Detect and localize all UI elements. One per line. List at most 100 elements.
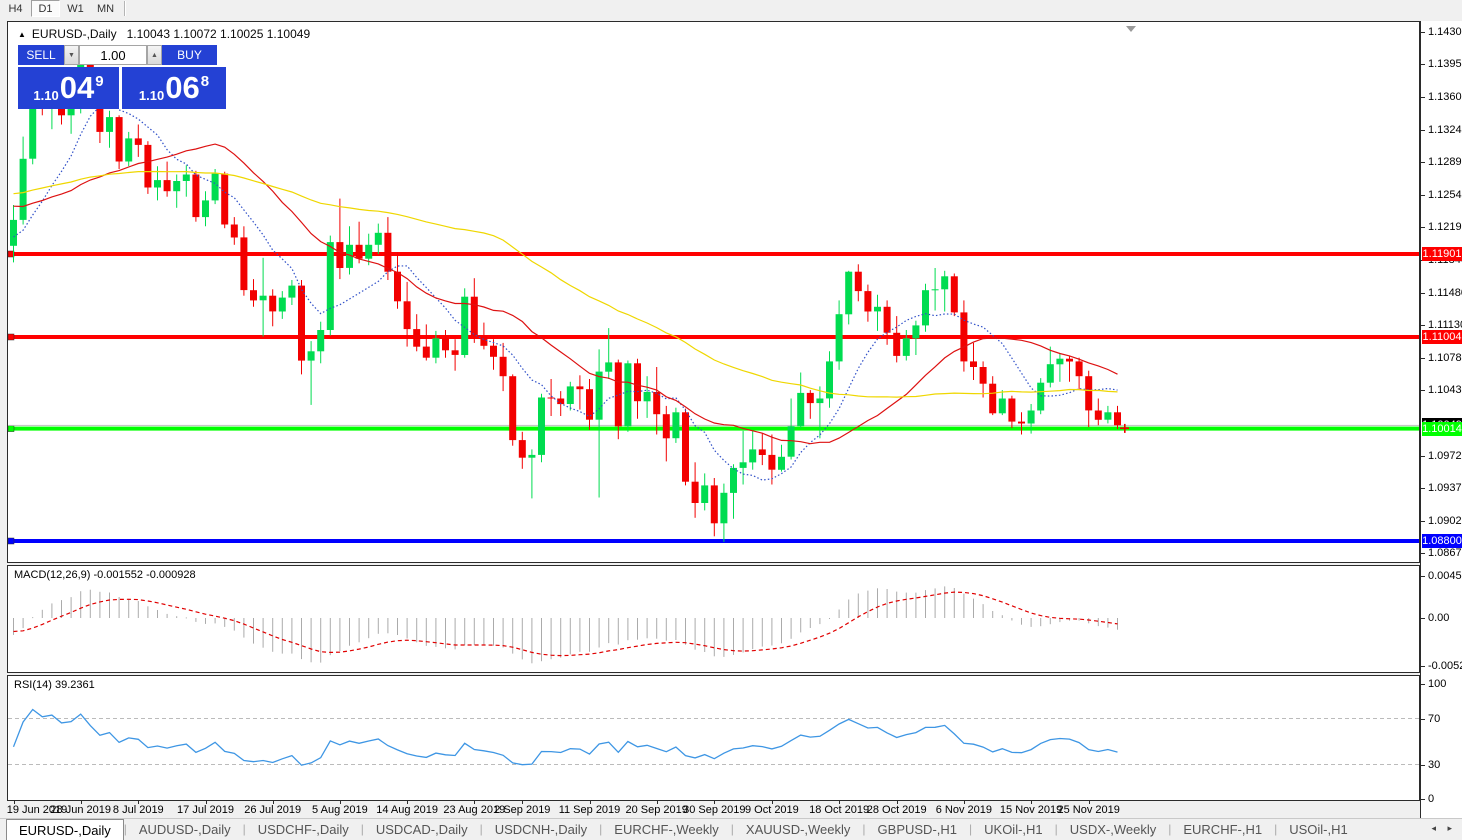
candle-body [154, 180, 161, 187]
tab-audusd-daily[interactable]: AUDUSD-,Daily [127, 819, 243, 839]
macd-histogram-bar [896, 592, 897, 618]
tab-usdchf-daily[interactable]: USDCHF-,Daily [246, 819, 361, 839]
tab-usoil-h1[interactable]: USOil-,H1 [1277, 819, 1360, 839]
macd-canvas[interactable] [8, 566, 1419, 672]
candle-body [932, 289, 939, 290]
axis-tick-mark [1421, 719, 1425, 720]
volume-increase-button[interactable]: ▲ [147, 45, 162, 65]
candle-body [528, 455, 535, 458]
candle-body [759, 449, 766, 455]
candle-body [692, 482, 699, 503]
macd-histogram-bar [570, 618, 571, 654]
symbol-period-label: EURUSD-,Daily [32, 27, 117, 41]
volume-input[interactable]: 1.00 [79, 45, 147, 65]
timeframe-button-d1[interactable]: D1 [31, 0, 60, 17]
tab-eurchf-h1[interactable]: EURCHF-,H1 [1171, 819, 1274, 839]
buy-button[interactable]: BUY [162, 45, 217, 65]
axis-tick-mark [1421, 456, 1425, 457]
macd-panel: MACD(12,26,9) -0.001552 -0.000928 [7, 565, 1420, 673]
chart-shift-marker-icon[interactable] [1126, 26, 1136, 32]
date-axis[interactable]: 19 Jun 201928 Jun 20198 Jul 201917 Jul 2… [7, 801, 1420, 818]
buy-price-point: 8 [201, 69, 209, 90]
tab-eurchf-weekly[interactable]: EURCHF-,Weekly [602, 819, 731, 839]
sell-price-display[interactable]: 1.10 04 9 [18, 67, 119, 109]
tab-scroll-left-icon[interactable]: ◂ [1431, 823, 1436, 834]
tab-xauusd-weekly[interactable]: XAUUSD-,Weekly [734, 819, 863, 839]
candle-body [183, 175, 190, 182]
candle-body [1028, 411, 1035, 424]
timeframe-button-mn[interactable]: MN [91, 0, 120, 17]
tab-usdcad-daily[interactable]: USDCAD-,Daily [364, 819, 480, 839]
macd-histogram-bar [387, 618, 388, 633]
candle-body [874, 307, 881, 312]
date-label: 30 Sep 2019 [683, 804, 745, 816]
axis-tick-mark [1421, 227, 1425, 228]
candle-body [221, 174, 228, 225]
tab-eurusd-daily[interactable]: EURUSD-,Daily [6, 819, 124, 840]
candle-body [596, 372, 603, 420]
line-price-label: 1.11004 [1422, 330, 1462, 344]
macd-histogram-bar [1011, 618, 1012, 621]
tab-usdcnh-daily[interactable]: USDCNH-,Daily [483, 819, 599, 839]
line-anchor-icon[interactable] [8, 538, 14, 544]
macd-histogram-bar [551, 618, 552, 659]
macd-histogram-bar [608, 618, 609, 643]
buy-price-display[interactable]: 1.10 06 8 [122, 67, 226, 109]
macd-histogram-bar [829, 618, 830, 619]
axis-tick-mark [1421, 162, 1425, 163]
date-label: 14 Aug 2019 [376, 804, 438, 816]
line-price-label: 1.08800 [1422, 534, 1462, 548]
macd-histogram-bar [368, 618, 369, 638]
candle-body [432, 338, 439, 357]
macd-histogram-bar [848, 600, 849, 619]
macd-histogram-bar [445, 618, 446, 648]
candle-body [173, 181, 180, 191]
candle-body [250, 290, 257, 300]
price-tick-label: 1.12890 [1428, 156, 1462, 168]
macd-histogram-bar [983, 604, 984, 618]
line-anchor-icon[interactable] [8, 334, 14, 340]
tab-ukoil-h1[interactable]: UKOil-,H1 [972, 819, 1055, 839]
line-anchor-icon[interactable] [8, 426, 14, 432]
candle-body [720, 493, 727, 524]
macd-histogram-bar [685, 618, 686, 645]
macd-histogram-bar [771, 618, 772, 646]
candle-body [711, 485, 718, 523]
chart-window: ▲ EURUSD-,Daily 1.10043 1.10072 1.10025 … [0, 17, 1462, 818]
candle-body [864, 291, 871, 311]
tab-gbpusd-h1[interactable]: GBPUSD-,H1 [866, 819, 969, 839]
macd-histogram-bar [272, 618, 273, 652]
sell-button[interactable]: SELL [18, 45, 64, 65]
candle-body [490, 346, 497, 357]
tab-usdx-weekly[interactable]: USDX-,Weekly [1058, 819, 1168, 839]
candle-body [816, 399, 823, 404]
timeframe-button-h4[interactable]: H4 [1, 0, 30, 17]
macd-histogram-bar [714, 618, 715, 656]
axis-tick-mark [1421, 799, 1425, 800]
candle-body [365, 245, 372, 259]
one-click-trading-panel: SELL ▼ 1.00 ▲ BUY 1.10 04 9 1.10 06 8 [18, 45, 226, 109]
date-label: 6 Nov 2019 [936, 804, 992, 816]
axis-tick-mark [1421, 195, 1425, 196]
macd-histogram-bar [935, 588, 936, 618]
tab-scroll-right-icon[interactable]: ▸ [1447, 823, 1452, 834]
horizontal-line-1.11901[interactable] [8, 252, 1419, 256]
macd-histogram-bar [167, 614, 168, 618]
rsi-canvas[interactable] [8, 676, 1419, 800]
timeframe-button-w1[interactable]: W1 [61, 0, 90, 17]
macd-histogram-bar [541, 618, 542, 661]
macd-histogram-bar [906, 593, 907, 618]
chart-title: ▲ EURUSD-,Daily 1.10043 1.10072 1.10025 … [18, 27, 310, 41]
volume-decrease-button[interactable]: ▼ [64, 45, 79, 65]
macd-histogram-bar [791, 618, 792, 639]
horizontal-line-1.08800[interactable] [8, 539, 1419, 543]
collapse-arrow-icon[interactable]: ▲ [18, 30, 26, 39]
price-axis[interactable]: 1.143001.139501.136001.132401.128901.125… [1420, 21, 1462, 818]
rsi-line [14, 710, 1118, 766]
macd-histogram-bar [186, 617, 187, 618]
horizontal-line-1.11004[interactable] [8, 335, 1419, 339]
horizontal-line-1.10014[interactable] [8, 427, 1419, 431]
axis-tick-mark [1421, 130, 1425, 131]
price-tick-label: 1.09020 [1428, 515, 1462, 527]
macd-signal-line [14, 592, 1118, 656]
